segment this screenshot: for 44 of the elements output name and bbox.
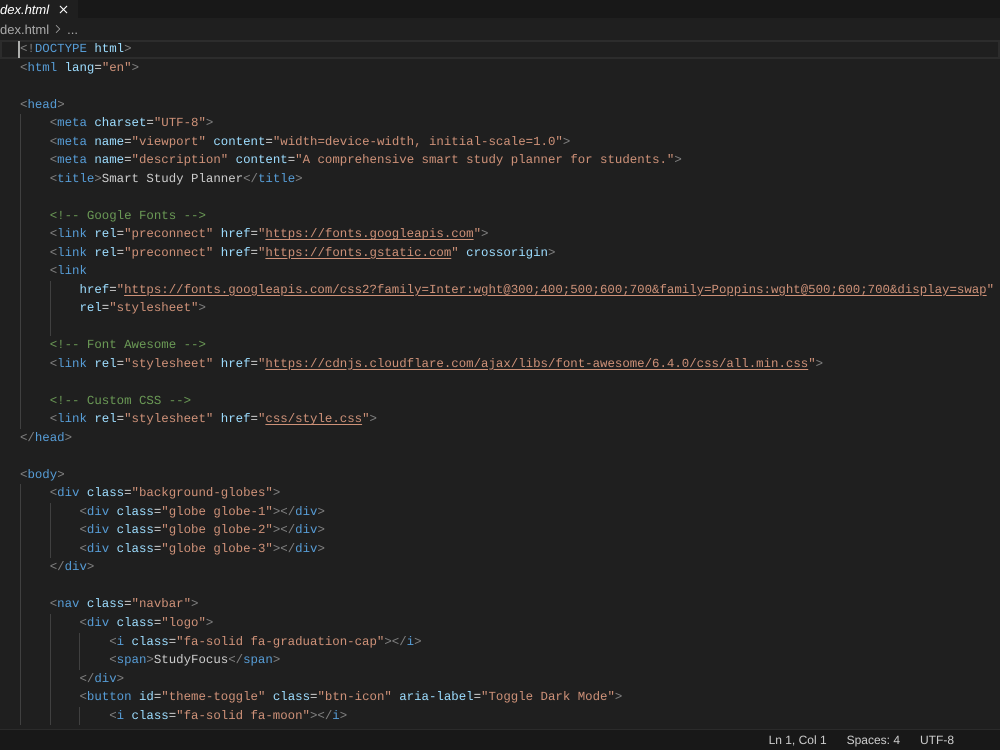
code-line: <meta name="description" content="A comprehensive smart study planner for students."> — [50, 152, 682, 170]
close-icon[interactable] — [57, 2, 70, 16]
url-link[interactable]: css/style.css — [265, 412, 362, 426]
url-link[interactable]: https://fonts.gstatic.com — [265, 246, 452, 260]
code-line: <!-- Google Fonts --> — [50, 208, 206, 225]
code-line: <!-- Custom CSS --> — [50, 392, 192, 410]
code-line: <html lang="en"> — [20, 60, 139, 77]
text-cursor — [18, 41, 20, 58]
status-bar-item[interactable]: Ln 1, Col 1 — [766, 734, 829, 746]
code-line: <meta charset="UTF-8"> — [50, 115, 214, 132]
url-link[interactable]: https://fonts.googleapis.com — [265, 227, 474, 242]
code-line: <!-- Font Awesome --> — [50, 337, 206, 354]
code-line: <link — [50, 263, 87, 280]
code-line: rel="stylesheet"> — [79, 300, 206, 318]
status-bar-item[interactable]: Spaces: 4 — [844, 734, 902, 746]
code-line: <div class="logo"> — [79, 614, 214, 632]
status-bar-item[interactable]: UTF-8 — [918, 734, 956, 746]
code-line: <i class="fa-solid fa-moon"></i> — [109, 708, 348, 725]
code-line: <link rel="stylesheet" href="css/style.css"> — [50, 411, 377, 428]
breadcrumb-item[interactable]: ... — [67, 22, 78, 36]
code-line: <head> — [20, 96, 65, 114]
code-line: <title>Smart Study Planner</title> — [50, 170, 303, 188]
code-line: <div class="globe globe-1"></div> — [79, 504, 325, 521]
code-line: <span>StudyFocus</span> — [109, 652, 280, 670]
code-line: <link rel="preconnect" href="https://fonts.gstatic.com" crossorigin> — [50, 244, 556, 262]
code-line: <link rel="stylesheet" href="https://cdnjs.cloudflare.com/ajax/libs/font-awesome/6.4.0/css/all.min.css"> — [50, 356, 824, 373]
code-line: </div> — [79, 670, 124, 688]
code-line: <button id="theme-toggle" class="btn-icon" aria-label="Toggle Dark Mode"> — [79, 689, 622, 706]
code-line: <nav class="navbar"> — [50, 596, 198, 614]
code-line: <body> — [20, 466, 65, 484]
url-link[interactable]: https://fonts.googleapis.com/css2?family=Inter:wght@300;400;500;600;700&family=Poppins:wght@500;600;700&display=swap — [124, 282, 987, 297]
code-line: <div class="globe globe-2"></div> — [79, 522, 325, 540]
editor-tab[interactable]: dex.html — [0, 0, 78, 18]
code-line: </head> — [20, 430, 72, 447]
code-line: <div class="background-globes"> — [50, 485, 280, 502]
code-line: </div> — [50, 559, 94, 576]
code-line: <div class="globe globe-3"></div> — [79, 540, 325, 558]
code-line: <link rel="preconnect" href="https://fonts.googleapis.com"> — [50, 226, 488, 244]
breadcrumb-item[interactable]: dex.html — [0, 22, 50, 36]
url-link[interactable]: https://cdnjs.cloudflare.com/ajax/libs/font-awesome/6.4.0/css/all.min.css — [265, 356, 808, 371]
code-line: href="https://fonts.googleapis.com/css2?family=Inter:wght@300;400;500;600;700&family=Poppins:wght@500;600;700&display=swap" — [79, 282, 994, 299]
code-line: <!DOCTYPE html> — [20, 41, 132, 58]
code-line: <i class="fa-solid fa-graduation-cap"></i> — [109, 634, 422, 650]
code-line: <meta name="viewport" content="width=device-width, initial-scale=1.0"> — [50, 134, 570, 151]
